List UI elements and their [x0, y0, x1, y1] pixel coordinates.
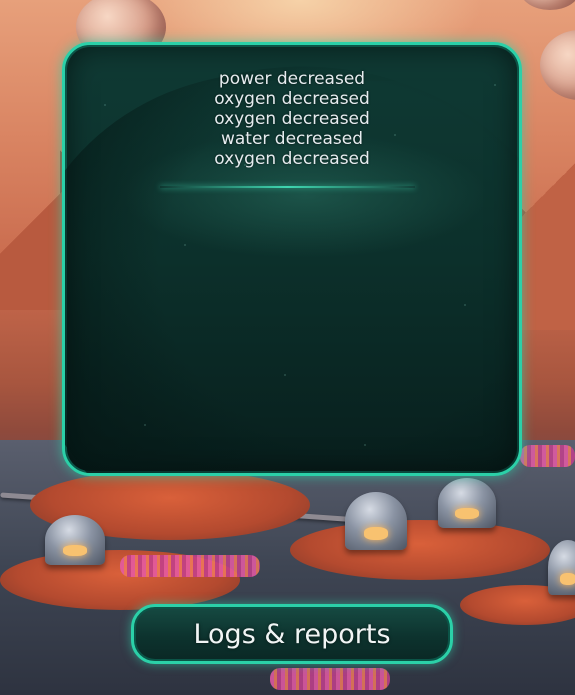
flowers	[520, 445, 575, 467]
habitat-dome	[438, 478, 496, 528]
log-entry: oxygen decreased	[214, 109, 370, 129]
log-list: power decreased oxygen decreased oxygen …	[65, 69, 519, 169]
log-entry: oxygen decreased	[214, 89, 370, 109]
log-entry: water decreased	[220, 129, 364, 149]
habitat-dome	[45, 515, 105, 565]
log-entry: power decreased	[218, 69, 366, 89]
flowers	[120, 555, 260, 577]
logs-reports-button-label: Logs & reports	[193, 618, 391, 650]
flowers	[270, 668, 390, 690]
log-entry: oxygen decreased	[214, 149, 370, 169]
logs-panel: power decreased oxygen decreased oxygen …	[62, 42, 522, 476]
logs-reports-button[interactable]: Logs & reports	[131, 604, 453, 664]
panel-divider	[160, 186, 415, 188]
island	[290, 520, 550, 580]
habitat-dome	[345, 492, 407, 550]
habitat-dome	[548, 540, 575, 595]
